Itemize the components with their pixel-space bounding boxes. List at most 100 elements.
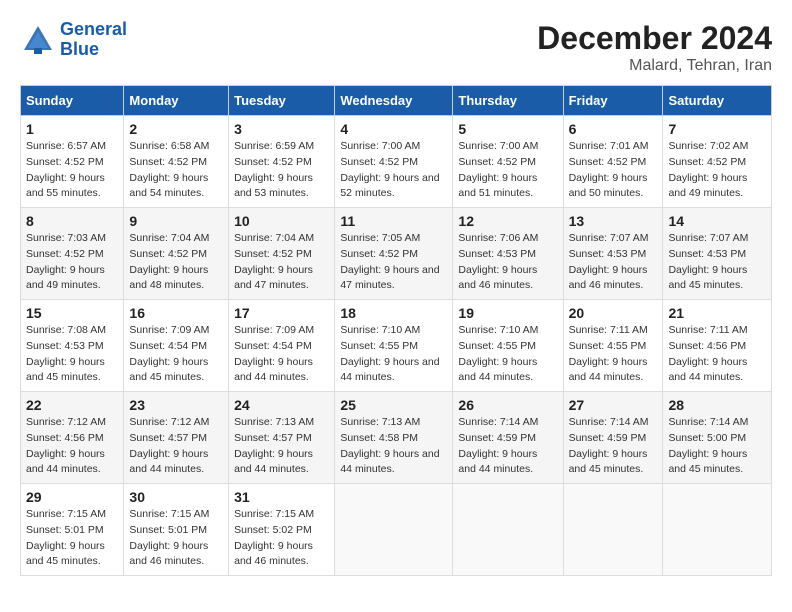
- day-cell: 24 Sunrise: 7:13 AMSunset: 4:57 PMDayligh…: [229, 392, 335, 484]
- day-info: Sunrise: 7:07 AMSunset: 4:53 PMDaylight:…: [668, 231, 766, 294]
- day-number: 11: [340, 213, 447, 229]
- day-info: Sunrise: 7:15 AMSunset: 5:01 PMDaylight:…: [26, 507, 118, 570]
- day-cell: 3Sunrise: 6:59 AMSunset: 4:52 PMDaylight…: [229, 116, 335, 208]
- day-cell: 17 Sunrise: 7:09 AMSunset: 4:54 PMDayligh…: [229, 300, 335, 392]
- day-cell: [663, 484, 772, 576]
- day-number: 1: [26, 121, 118, 137]
- day-cell: 11Sunrise: 7:05 AMSunset: 4:52 PMDayligh…: [335, 208, 453, 300]
- day-number: 26: [458, 397, 557, 413]
- day-info: Sunrise: 7:02 AMSunset: 4:52 PMDaylight:…: [668, 139, 766, 202]
- day-number: 22: [26, 397, 118, 413]
- day-cell: 12Sunrise: 7:06 AMSunset: 4:53 PMDayligh…: [453, 208, 563, 300]
- logo: General Blue: [20, 20, 127, 60]
- day-info: Sunrise: 7:00 AMSunset: 4:52 PMDaylight:…: [340, 139, 447, 202]
- day-number: 15: [26, 305, 118, 321]
- day-number: 21: [668, 305, 766, 321]
- day-info: Sunrise: 7:14 AMSunset: 4:59 PMDaylight:…: [569, 415, 658, 478]
- day-info: Sunrise: 7:14 AMSunset: 4:59 PMDaylight:…: [458, 415, 557, 478]
- day-info: Sunrise: 6:57 AMSunset: 4:52 PMDaylight:…: [26, 139, 118, 202]
- day-info: Sunrise: 6:58 AMSunset: 4:52 PMDaylight:…: [129, 139, 223, 202]
- day-number: 8: [26, 213, 118, 229]
- week-row: 15 Sunrise: 7:08 AMSunset: 4:53 PMDayligh…: [21, 300, 772, 392]
- header-day: Monday: [124, 86, 229, 116]
- day-info: Sunrise: 7:10 AMSunset: 4:55 PMDaylight:…: [458, 323, 557, 386]
- header-day: Thursday: [453, 86, 563, 116]
- day-info: Sunrise: 7:12 AMSunset: 4:57 PMDaylight:…: [129, 415, 223, 478]
- day-cell: 18Sunrise: 7:10 AMSunset: 4:55 PMDayligh…: [335, 300, 453, 392]
- day-info: Sunrise: 7:12 AMSunset: 4:56 PMDaylight:…: [26, 415, 118, 478]
- day-cell: 7 Sunrise: 7:02 AMSunset: 4:52 PMDaylight…: [663, 116, 772, 208]
- day-info: Sunrise: 7:01 AMSunset: 4:52 PMDaylight:…: [569, 139, 658, 202]
- day-number: 5: [458, 121, 557, 137]
- day-cell: 22 Sunrise: 7:12 AMSunset: 4:56 PMDayligh…: [21, 392, 124, 484]
- day-info: Sunrise: 7:15 AMSunset: 5:01 PMDaylight:…: [129, 507, 223, 570]
- day-cell: 14Sunrise: 7:07 AMSunset: 4:53 PMDayligh…: [663, 208, 772, 300]
- day-number: 25: [340, 397, 447, 413]
- day-number: 9: [129, 213, 223, 229]
- week-row: 8 Sunrise: 7:03 AMSunset: 4:52 PMDaylight…: [21, 208, 772, 300]
- header-row: SundayMondayTuesdayWednesdayThursdayFrid…: [21, 86, 772, 116]
- day-cell: 23 Sunrise: 7:12 AMSunset: 4:57 PMDayligh…: [124, 392, 229, 484]
- day-cell: 25Sunrise: 7:13 AMSunset: 4:58 PMDayligh…: [335, 392, 453, 484]
- day-number: 4: [340, 121, 447, 137]
- logo-text: General Blue: [60, 20, 127, 60]
- header-day: Tuesday: [229, 86, 335, 116]
- subtitle: Malard, Tehran, Iran: [537, 57, 772, 75]
- day-number: 30: [129, 489, 223, 505]
- day-info: Sunrise: 7:00 AMSunset: 4:52 PMDaylight:…: [458, 139, 557, 202]
- day-cell: 21 Sunrise: 7:11 AMSunset: 4:56 PMDayligh…: [663, 300, 772, 392]
- day-cell: 1 Sunrise: 6:57 AMSunset: 4:52 PMDaylight…: [21, 116, 124, 208]
- day-info: Sunrise: 7:03 AMSunset: 4:52 PMDaylight:…: [26, 231, 118, 294]
- day-cell: 26 Sunrise: 7:14 AMSunset: 4:59 PMDayligh…: [453, 392, 563, 484]
- title-area: December 2024 Malard, Tehran, Iran: [537, 20, 772, 75]
- day-cell: [563, 484, 663, 576]
- day-info: Sunrise: 7:09 AMSunset: 4:54 PMDaylight:…: [234, 323, 329, 386]
- page-header: General Blue December 2024 Malard, Tehra…: [20, 20, 772, 75]
- day-cell: 28Sunrise: 7:14 AMSunset: 5:00 PMDayligh…: [663, 392, 772, 484]
- day-info: Sunrise: 7:11 AMSunset: 4:56 PMDaylight:…: [668, 323, 766, 386]
- day-info: Sunrise: 7:08 AMSunset: 4:53 PMDaylight:…: [26, 323, 118, 386]
- day-info: Sunrise: 7:10 AMSunset: 4:55 PMDaylight:…: [340, 323, 447, 386]
- day-number: 20: [569, 305, 658, 321]
- day-number: 12: [458, 213, 557, 229]
- day-cell: [335, 484, 453, 576]
- day-info: Sunrise: 7:13 AMSunset: 4:57 PMDaylight:…: [234, 415, 329, 478]
- day-number: 28: [668, 397, 766, 413]
- day-cell: 20Sunrise: 7:11 AMSunset: 4:55 PMDayligh…: [563, 300, 663, 392]
- day-number: 3: [234, 121, 329, 137]
- header-day: Saturday: [663, 86, 772, 116]
- calendar-body: 1 Sunrise: 6:57 AMSunset: 4:52 PMDaylight…: [21, 116, 772, 576]
- day-number: 13: [569, 213, 658, 229]
- day-number: 10: [234, 213, 329, 229]
- day-info: Sunrise: 7:09 AMSunset: 4:54 PMDaylight:…: [129, 323, 223, 386]
- day-number: 31: [234, 489, 329, 505]
- day-cell: 13 Sunrise: 7:07 AMSunset: 4:53 PMDayligh…: [563, 208, 663, 300]
- day-number: 29: [26, 489, 118, 505]
- day-info: Sunrise: 7:04 AMSunset: 4:52 PMDaylight:…: [234, 231, 329, 294]
- day-number: 7: [668, 121, 766, 137]
- day-number: 24: [234, 397, 329, 413]
- day-info: Sunrise: 7:04 AMSunset: 4:52 PMDaylight:…: [129, 231, 223, 294]
- day-info: Sunrise: 7:07 AMSunset: 4:53 PMDaylight:…: [569, 231, 658, 294]
- day-number: 16: [129, 305, 223, 321]
- day-number: 17: [234, 305, 329, 321]
- day-cell: 15 Sunrise: 7:08 AMSunset: 4:53 PMDayligh…: [21, 300, 124, 392]
- header-day: Wednesday: [335, 86, 453, 116]
- day-number: 2: [129, 121, 223, 137]
- day-cell: 10 Sunrise: 7:04 AMSunset: 4:52 PMDayligh…: [229, 208, 335, 300]
- day-cell: 27 Sunrise: 7:14 AMSunset: 4:59 PMDayligh…: [563, 392, 663, 484]
- day-number: 23: [129, 397, 223, 413]
- logo-icon: [20, 22, 56, 58]
- header-day: Friday: [563, 86, 663, 116]
- day-cell: [453, 484, 563, 576]
- week-row: 29 Sunrise: 7:15 AMSunset: 5:01 PMDayligh…: [21, 484, 772, 576]
- day-cell: 29 Sunrise: 7:15 AMSunset: 5:01 PMDayligh…: [21, 484, 124, 576]
- day-number: 19: [458, 305, 557, 321]
- day-number: 27: [569, 397, 658, 413]
- day-number: 6: [569, 121, 658, 137]
- day-cell: 19 Sunrise: 7:10 AMSunset: 4:55 PMDayligh…: [453, 300, 563, 392]
- day-cell: 6 Sunrise: 7:01 AMSunset: 4:52 PMDaylight…: [563, 116, 663, 208]
- week-row: 22 Sunrise: 7:12 AMSunset: 4:56 PMDayligh…: [21, 392, 772, 484]
- day-cell: 30 Sunrise: 7:15 AMSunset: 5:01 PMDayligh…: [124, 484, 229, 576]
- header-day: Sunday: [21, 86, 124, 116]
